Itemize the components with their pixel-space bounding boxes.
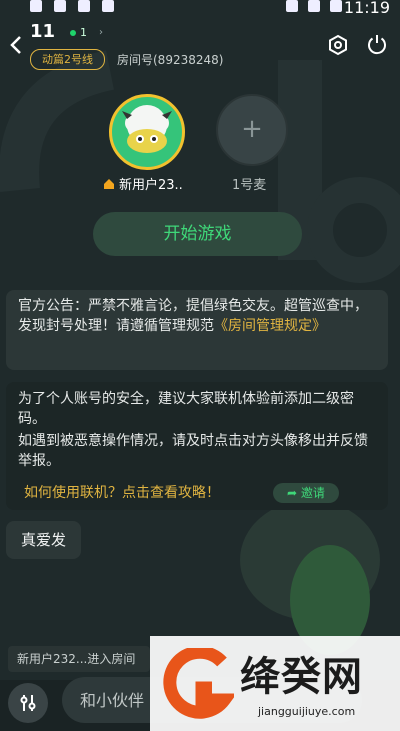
notification-icon bbox=[102, 0, 114, 12]
watermark-url: jiangguijiuye.com bbox=[258, 705, 356, 718]
watermark-logo-icon bbox=[163, 648, 234, 719]
online-indicator[interactable]: 1 › bbox=[70, 26, 103, 39]
seat-slot-label: 1号麦 bbox=[232, 178, 267, 193]
power-icon[interactable] bbox=[366, 33, 388, 55]
invite-button[interactable]: ➦ 邀请 bbox=[273, 483, 339, 503]
invite-label: 邀请 bbox=[300, 486, 325, 500]
wifi-icon bbox=[286, 0, 298, 12]
announcement-card: 官方公告：严禁不雅言论，提倡绿色交友。超管巡查中，发现封号处理！请遵循管理规范《… bbox=[6, 290, 388, 370]
plus-icon: + bbox=[241, 114, 263, 144]
seat-empty-slot[interactable]: + bbox=[216, 94, 288, 166]
security-tip-card: 为了个人账号的安全，建议大家联机体验前添加二级密码。 如遇到被恶意操作情况，请及… bbox=[6, 382, 388, 510]
warning-icon bbox=[78, 0, 90, 12]
sheep-avatar-icon bbox=[122, 105, 172, 153]
back-icon[interactable] bbox=[6, 34, 28, 56]
settings-icon[interactable] bbox=[327, 34, 349, 56]
seat-host-name: 新用户23.. bbox=[103, 174, 183, 193]
share-icon: ➦ bbox=[287, 486, 301, 500]
battery-icon bbox=[330, 0, 342, 12]
watermark-title: 绛癸网 bbox=[240, 654, 363, 700]
chevron-right-icon: › bbox=[99, 27, 103, 38]
status-time: 11:19 bbox=[343, 0, 390, 17]
status-bar: 11:19 bbox=[0, 0, 400, 17]
join-notice: 新用户232...进入房间 bbox=[8, 646, 150, 672]
signal-icon bbox=[308, 0, 320, 12]
mic-toggle-button[interactable] bbox=[8, 683, 48, 723]
notification-icon bbox=[30, 0, 42, 12]
seat-host-label: 新用户23.. bbox=[119, 178, 183, 193]
seat-avatar-host[interactable] bbox=[109, 94, 185, 170]
tip-line-1: 为了个人账号的安全，建议大家联机体验前添加二级密码。 bbox=[18, 391, 354, 427]
chat-message: 真爱发 bbox=[6, 521, 81, 559]
line-badge: 动篇2号线 bbox=[30, 49, 105, 70]
room-name: 11 bbox=[30, 21, 56, 42]
notification-icon bbox=[54, 0, 66, 12]
room-id: 房间号(89238248) bbox=[117, 53, 224, 67]
room-rules-link[interactable]: 《房间管理规定》 bbox=[214, 318, 326, 334]
online-dot-icon bbox=[70, 29, 76, 36]
tip-line-2: 如遇到被恶意操作情况，请及时点击对方头像移出并反馈举报。 bbox=[18, 433, 368, 469]
mic-icon bbox=[20, 695, 36, 711]
online-count: 1 bbox=[80, 26, 87, 39]
guide-link[interactable]: 如何使用联机？点击查看攻略！ bbox=[24, 482, 220, 502]
home-icon bbox=[104, 178, 114, 189]
start-game-button[interactable]: 开始游戏 bbox=[93, 212, 302, 256]
